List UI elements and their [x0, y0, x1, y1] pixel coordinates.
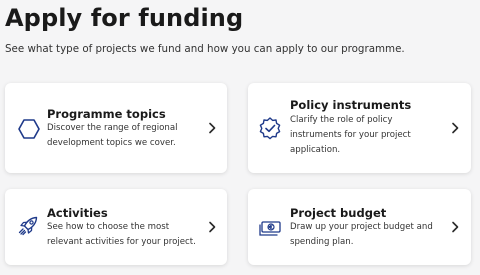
- chevron-right-icon: [207, 221, 217, 233]
- page-title: Apply for funding: [5, 4, 244, 32]
- chevron-right-icon: [450, 122, 460, 134]
- euro-money-icon: [258, 216, 282, 240]
- card-activities[interactable]: Activities See how to choose the most re…: [5, 189, 227, 265]
- card-programme-topics[interactable]: Programme topics Discover the range of r…: [5, 83, 227, 173]
- card-description: Discover the range of regional developme…: [47, 123, 178, 148]
- rocket-icon: [16, 214, 40, 238]
- card-policy-instruments[interactable]: Policy instruments Clarify the role of p…: [248, 83, 471, 173]
- chevron-right-icon: [450, 221, 460, 233]
- card-project-budget[interactable]: Project budget Draw up your project budg…: [248, 189, 471, 265]
- page-subtitle: See what type of projects we fund and ho…: [5, 43, 405, 55]
- page: Apply for funding See what type of proje…: [0, 0, 480, 275]
- hexagon-icon: [17, 117, 41, 141]
- card-title: Programme topics: [47, 107, 166, 121]
- card-description: Draw up your project budget and spending…: [290, 222, 433, 247]
- badge-check-icon: [258, 116, 282, 140]
- card-description: See how to choose the most relevant acti…: [47, 222, 196, 247]
- card-title: Project budget: [290, 206, 387, 220]
- card-title: Activities: [47, 206, 108, 220]
- card-description: Clarify the role of policy instruments f…: [290, 115, 411, 155]
- card-title: Policy instruments: [290, 98, 412, 112]
- chevron-right-icon: [207, 122, 217, 134]
